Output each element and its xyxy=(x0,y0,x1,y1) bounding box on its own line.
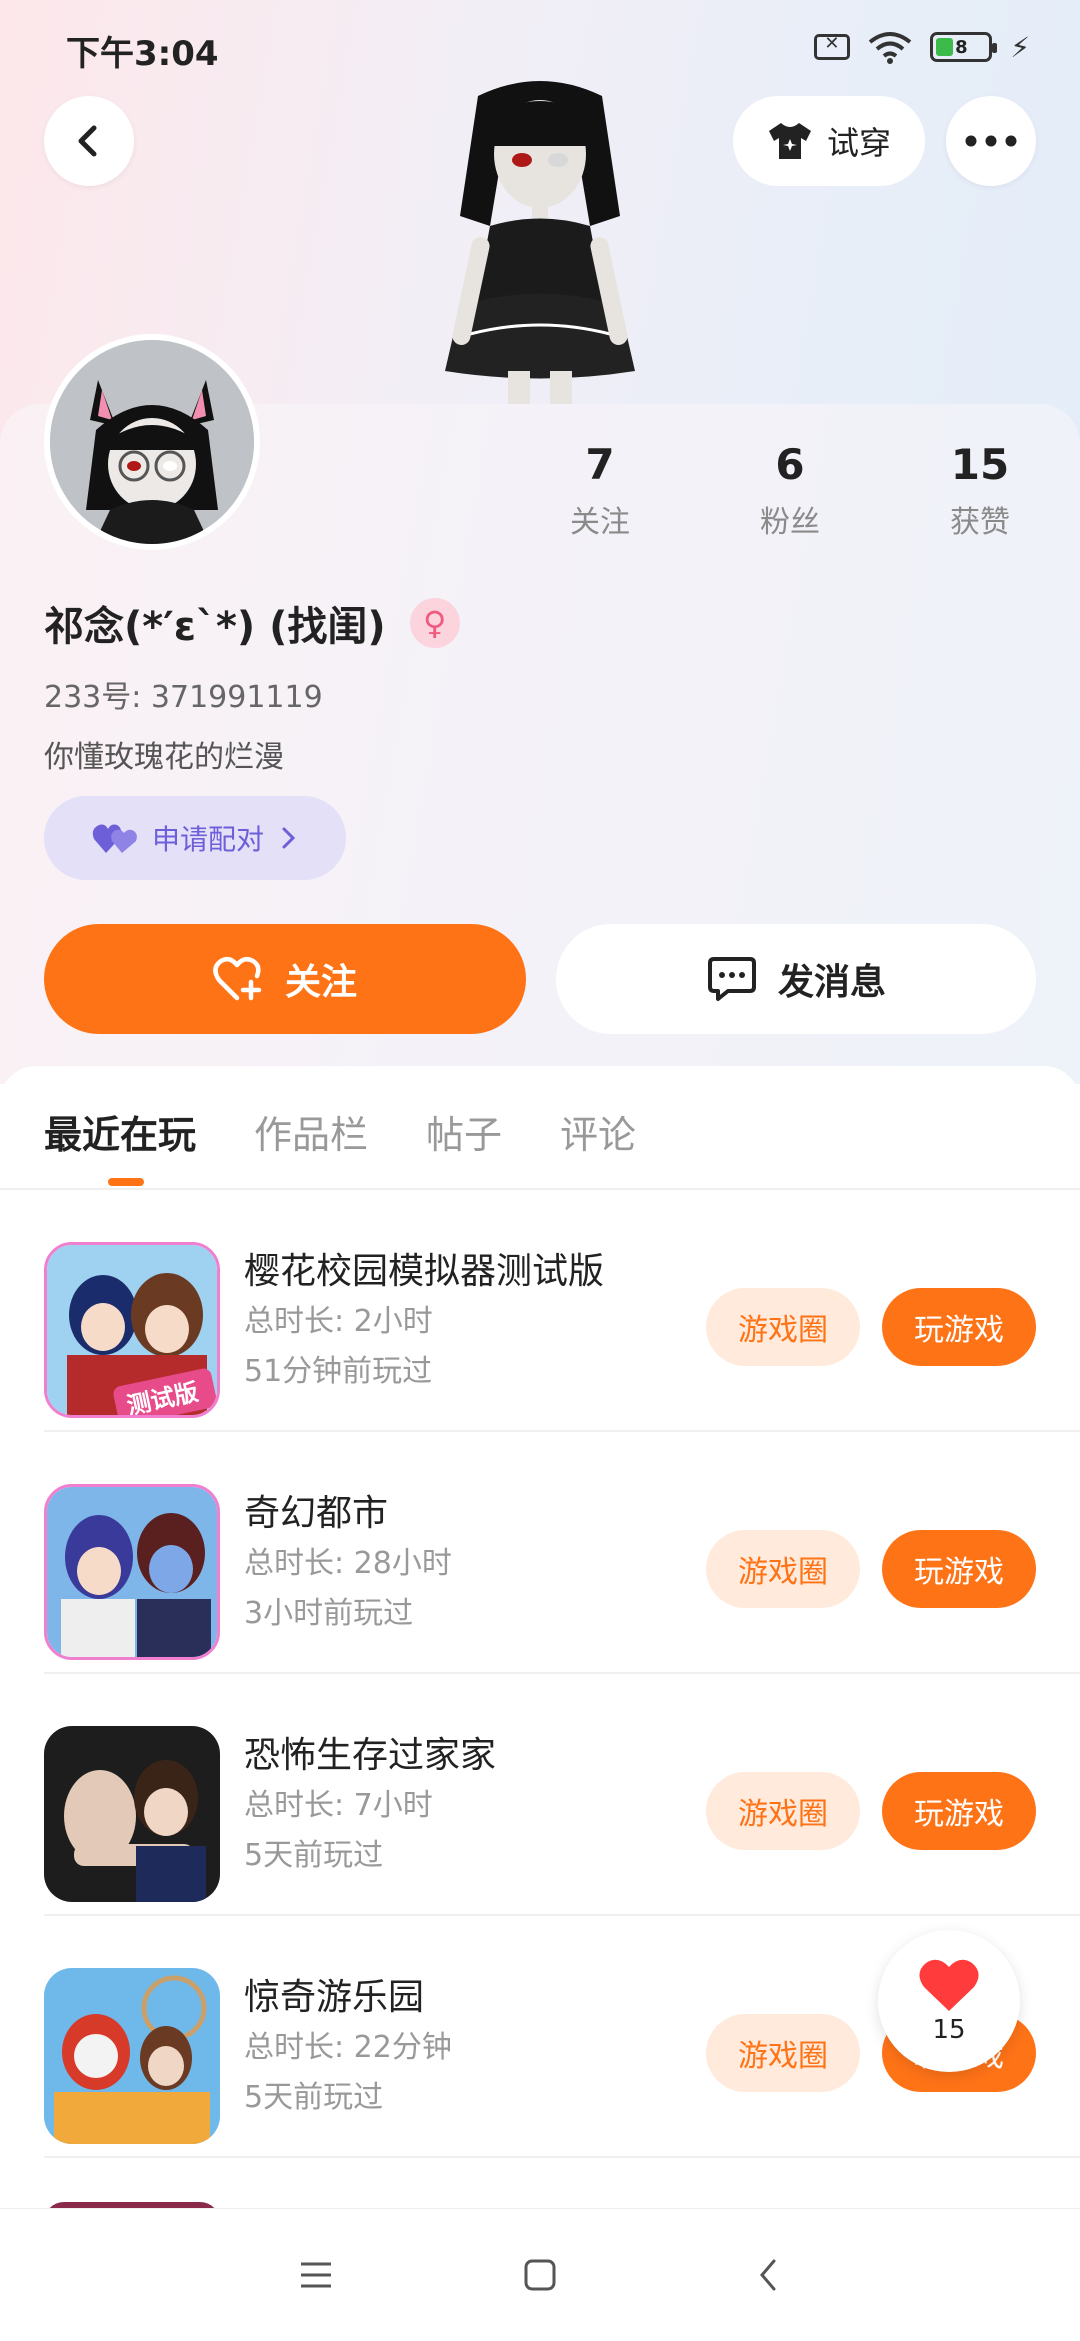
request-pair-button[interactable]: 申请配对 xyxy=(44,796,346,880)
back-button[interactable] xyxy=(44,96,134,186)
following-count: 7 xyxy=(585,440,615,489)
game-last-played: 3小时前玩过 xyxy=(244,1596,414,1631)
game-duration: 总时长: 2小时 xyxy=(244,1304,433,1339)
battery-icon: 8 xyxy=(930,32,998,62)
double-heart-icon xyxy=(92,824,137,853)
game-last-played: 5天前玩过 xyxy=(244,2080,384,2115)
tab-posts[interactable]: 帖子 xyxy=(426,1104,502,1159)
fans-label: 粉丝 xyxy=(760,505,820,540)
game-last-played: 51分钟前玩过 xyxy=(244,1354,433,1389)
profile-stats: 7 关注 6 粉丝 15 获赞 xyxy=(540,440,1040,541)
menu-icon xyxy=(301,2262,331,2288)
follow-button[interactable]: 关注 xyxy=(44,924,526,1034)
like-count: 15 xyxy=(932,2015,966,2045)
tshirt-icon xyxy=(768,123,811,159)
play-game-button[interactable]: 玩游戏 xyxy=(882,1530,1036,1608)
follow-label: 关注 xyxy=(284,962,357,1003)
game-circle-button[interactable]: 游戏圈 xyxy=(706,1530,860,1608)
tab-comments[interactable]: 评论 xyxy=(560,1104,636,1159)
following-label: 关注 xyxy=(570,505,630,540)
likes-label: 获赞 xyxy=(950,505,1010,540)
menu-button[interactable] xyxy=(286,2245,346,2305)
game-list-item[interactable]: 奇幻都市 总时长: 28小时 3小时前玩过 游戏圈 玩游戏 xyxy=(44,1432,1080,1674)
like-float-button[interactable]: 15 xyxy=(878,1930,1020,2072)
game-duration: 总时长: 28小时 xyxy=(244,1546,452,1581)
tab-works[interactable]: 作品栏 xyxy=(254,1104,368,1159)
play-game-button[interactable]: 玩游戏 xyxy=(882,1288,1036,1366)
game-icon-horror-house xyxy=(44,1726,220,1902)
status-time: 下午3:04 xyxy=(66,34,219,74)
heart-icon xyxy=(919,1959,979,2011)
more-options-button[interactable] xyxy=(946,96,1036,186)
profile-tabs: 最近在玩 作品栏 帖子 评论 xyxy=(44,1104,636,1186)
wifi-icon xyxy=(869,32,912,64)
game-circle-button[interactable]: 游戏圈 xyxy=(706,1772,860,1850)
female-gender-icon: ♀ xyxy=(409,598,460,648)
game-icon-amazing-park xyxy=(44,1968,220,2144)
game-title: 樱花校园模拟器测试版 xyxy=(244,1251,605,1292)
system-navigation-bar xyxy=(0,2208,1080,2341)
chat-bubble-icon xyxy=(707,957,756,1001)
tab-recently-played[interactable]: 最近在玩 xyxy=(44,1104,196,1186)
game-circle-button[interactable]: 游戏圈 xyxy=(706,2014,860,2092)
stat-following[interactable]: 7 关注 xyxy=(540,440,660,541)
send-message-label: 发消息 xyxy=(777,962,886,1003)
game-title: 惊奇游乐园 xyxy=(244,1977,425,2018)
chevron-left-icon xyxy=(78,125,97,157)
chevron-right-icon xyxy=(282,827,296,849)
game-title: 奇幻都市 xyxy=(244,1493,389,1534)
user-nickname-row: 祁念(*′ε`*) (找闺) ♀ xyxy=(44,594,460,652)
game-title: 恐怖生存过家家 xyxy=(244,1735,497,1776)
user-bio: 你懂玫瑰花的烂漫 xyxy=(44,740,284,775)
battery-level: 8 xyxy=(955,36,968,58)
more-dots-icon xyxy=(965,135,1017,147)
back-triangle-icon xyxy=(760,2259,776,2291)
fans-count: 6 xyxy=(775,440,805,489)
stat-fans[interactable]: 6 粉丝 xyxy=(730,440,850,541)
heart-plus-icon xyxy=(213,956,262,1001)
likes-count: 15 xyxy=(950,440,1010,489)
charging-icon: ⚡ xyxy=(1010,30,1030,64)
request-pair-label: 申请配对 xyxy=(151,823,264,856)
system-back-button[interactable] xyxy=(738,2245,798,2305)
user-nickname: 祁念(*′ε`*) (找闺) xyxy=(44,604,386,650)
game-circle-button[interactable]: 游戏圈 xyxy=(706,1288,860,1366)
send-message-button[interactable]: 发消息 xyxy=(556,924,1036,1034)
game-last-played: 5天前玩过 xyxy=(244,1838,384,1873)
try-on-label: 试穿 xyxy=(826,124,891,162)
user-avatar[interactable] xyxy=(44,334,260,550)
home-button[interactable] xyxy=(510,2245,570,2305)
home-square-icon xyxy=(524,2259,556,2291)
game-icon-fantasy-city xyxy=(44,1484,220,1660)
stat-likes[interactable]: 15 获赞 xyxy=(920,440,1040,541)
avatar-character-figure xyxy=(445,81,635,406)
game-duration: 总时长: 7小时 xyxy=(244,1788,433,1823)
play-game-button[interactable]: 玩游戏 xyxy=(882,1772,1036,1850)
try-on-button[interactable]: 试穿 xyxy=(733,96,925,186)
game-duration: 总时长: 22分钟 xyxy=(244,2030,452,2065)
user-id: 233号: 371991119 xyxy=(44,680,323,715)
status-icons: 8 ⚡ xyxy=(814,30,1030,64)
game-list-item[interactable]: 恐怖生存过家家 总时长: 7小时 5天前玩过 游戏圈 玩游戏 xyxy=(44,1674,1080,1916)
no-sim-icon xyxy=(814,33,851,60)
avatar-image xyxy=(50,340,254,544)
game-icon-sakura: 测试版 xyxy=(44,1242,220,1418)
game-list-item[interactable]: 测试版 樱花校园模拟器测试版 总时长: 2小时 51分钟前玩过 游戏圈 玩游戏 xyxy=(44,1190,1080,1432)
